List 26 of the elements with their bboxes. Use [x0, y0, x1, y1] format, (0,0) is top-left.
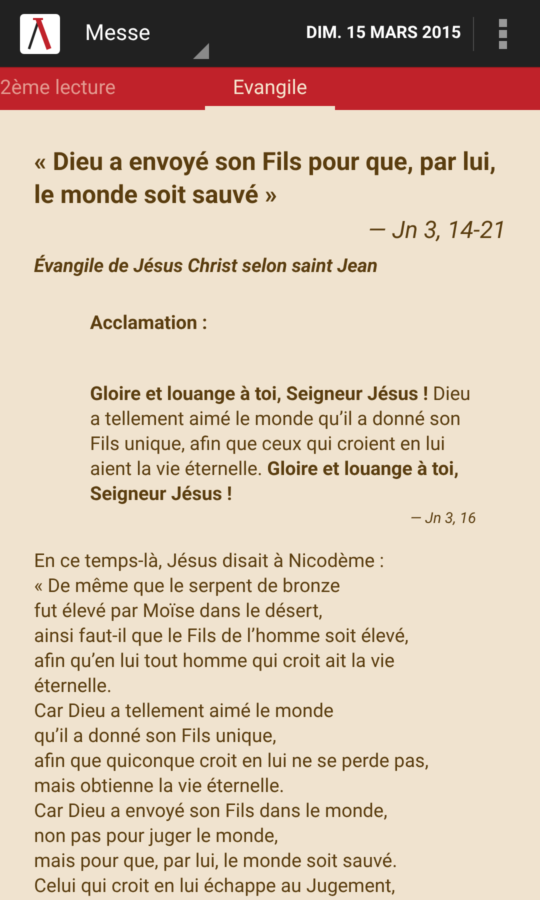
acclamation-reference: — Jn 3, 16 — [410, 509, 476, 527]
reading-reference: — Jn 3, 14-21 — [368, 216, 506, 244]
gospel-source: Évangile de Jésus Christ selon saint Jean — [34, 254, 378, 277]
reading-line: « De même que le serpent de bronze — [34, 573, 342, 598]
reading-line: non pas pour juger le monde, — [34, 823, 280, 848]
acclamation-label: Acclamation : — [90, 310, 208, 334]
reading-line: mais pour que, par lui, le monde soit sauvé. — [34, 848, 398, 873]
tab[interactable]: Evangile — [205, 68, 335, 110]
date-label[interactable]: DIM. 15 MARS 2015 — [306, 20, 461, 46]
reading-line: fut élevé par Moïse dans le désert, — [34, 598, 324, 623]
acclamation-text: Gloire et louange à toi, Seigneur Jésus ! Dieu a tellement aimé le monde qu’il a donné son Fils unique, afin que ceux qui croient en lui aient la vie éternelle. Gloire et louange à toi, Seigneur Jésus ! — [90, 381, 472, 506]
app-logo-icon[interactable] — [20, 14, 60, 54]
reading-line: afin que quiconque croit en lui ne se perde pas, — [34, 748, 430, 773]
reading-line: En ce temps-là, Jésus disait à Nicodème : — [34, 548, 386, 573]
reading-line: Car Dieu a tellement aimé le monde — [34, 698, 335, 723]
screen-title[interactable]: Messe — [85, 17, 150, 50]
reading-line: Celui qui croit en lui échappe au Jugement, — [34, 873, 396, 898]
dropdown-corner-icon — [193, 43, 209, 59]
reading-line: éternelle. — [34, 673, 113, 698]
reading-line: ainsi faut-il que le Fils de l’homme soit élevé, — [34, 623, 410, 648]
overflow-menu-icon[interactable] — [498, 18, 508, 50]
reading-line: mais obtienne la vie éternelle. — [34, 773, 286, 798]
reading-line: afin qu’en lui tout homme qui croit ait la vie — [34, 648, 396, 673]
reading-title: « Dieu a envoyé son Fils pour que, par lui, le monde soit sauvé » — [34, 147, 497, 212]
reading-line: qu’il a donné son Fils unique, — [34, 723, 278, 748]
reading-line: Car Dieu a envoyé son Fils dans le monde, — [34, 798, 388, 823]
